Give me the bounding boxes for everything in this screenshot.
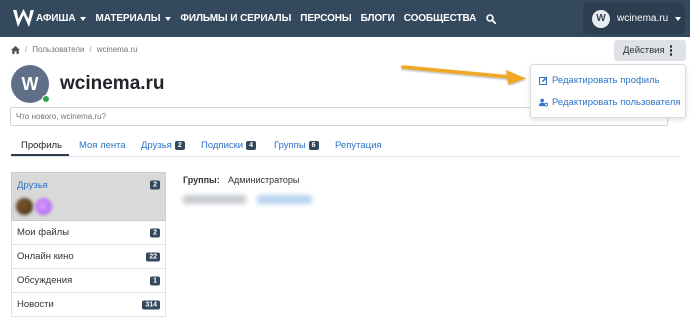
tab-profile[interactable]: Профиль — [21, 140, 62, 151]
tab-subscriptions[interactable]: Подписки 4 — [201, 140, 257, 151]
tab-reputation[interactable]: Репутация — [335, 140, 382, 151]
sidebar-item-friends[interactable]: Друзья 2 — [11, 172, 166, 221]
nav-blogs[interactable]: БЛОГИ — [361, 13, 395, 24]
nav-films-series-label: ФИЛЬМЫ И СЕРИАЛЫ — [180, 13, 292, 24]
tab-friends-label: Друзья — [141, 140, 172, 151]
breadcrumb-separator: / — [25, 45, 28, 54]
breadcrumb-current: wcinema.ru — [96, 45, 138, 54]
home-icon[interactable] — [11, 45, 20, 54]
nav-persons[interactable]: ПЕРСОНЫ — [300, 13, 351, 24]
sidebar-item-online-cinema[interactable]: Онлайн кино 22 — [11, 245, 166, 269]
tab-friends[interactable]: Друзья 2 — [141, 140, 185, 151]
breadcrumb: / Пользователи / wcinema.ru — [11, 45, 138, 54]
nav-materials-label: МАТЕРИАЛЫ — [95, 13, 161, 24]
user-menu-button[interactable]: W wcinema.ru — [583, 3, 685, 34]
breadcrumb-separator: / — [89, 45, 92, 54]
breadcrumb-users-link[interactable]: Пользователи — [32, 45, 84, 54]
nav-blogs-label: БЛОГИ — [360, 13, 395, 24]
sidebar-item-label: Новости — [17, 299, 54, 310]
edit-profile-label: Редактировать профиль — [552, 75, 660, 86]
actions-dropdown-menu: Редактировать профиль Редактировать поль… — [530, 64, 686, 118]
nav-communities[interactable]: СООБЩЕСТВА — [404, 13, 477, 24]
sidebar-item-my-files[interactable]: Мои файлы 2 — [11, 221, 166, 245]
edit-profile-menu-item[interactable]: Редактировать профиль — [539, 75, 660, 86]
friend-avatar[interactable] — [16, 198, 33, 215]
search-icon[interactable] — [486, 13, 497, 24]
nav-communities-label: СООБЩЕСТВА — [403, 13, 477, 24]
count-badge: 2 — [150, 180, 160, 190]
more-vertical-icon — [669, 45, 673, 56]
edit-user-label: Редактировать пользователя — [552, 97, 681, 108]
tab-groups[interactable]: Группы 6 — [274, 140, 319, 151]
profile-tabs: Профиль Моя лента Друзья 2 Подписки 4 Груп… — [11, 138, 680, 157]
tab-my-feed-label: Моя лента — [79, 140, 126, 151]
edit-user-menu-item[interactable]: Редактировать пользователя — [539, 97, 680, 108]
chevron-down-icon — [165, 16, 172, 21]
tab-profile-label: Профиль — [21, 140, 63, 151]
sidebar-item-label: Онлайн кино — [17, 251, 74, 262]
user-cog-icon — [539, 98, 548, 107]
tab-my-feed[interactable]: Моя лента — [79, 140, 126, 151]
groups-field-label: Группы: — [183, 175, 220, 185]
count-badge: 22 — [146, 252, 160, 261]
nav-afisha[interactable]: АФИША — [36, 13, 87, 24]
avatar: W — [592, 9, 610, 28]
top-navbar: АФИША МАТЕРИАЛЫ ФИЛЬМЫ И СЕРИАЛЫ ПЕРСОНЫ… — [0, 0, 690, 37]
tab-groups-label: Группы — [274, 140, 306, 151]
sidebar-item-label: Друзья — [17, 180, 48, 191]
site-logo[interactable] — [11, 6, 36, 31]
sidebar-item-discussions[interactable]: Обсуждения 1 — [11, 269, 166, 293]
nav-persons-label: ПЕРСОНЫ — [300, 13, 352, 24]
redacted-field-label — [183, 195, 246, 204]
tab-subscriptions-label: Подписки — [201, 140, 244, 151]
actions-button[interactable]: Действия — [614, 40, 686, 61]
redacted-field-value — [257, 195, 312, 204]
chevron-down-icon — [80, 16, 87, 21]
profile-name: wcinema.ru — [60, 73, 165, 94]
friend-avatar[interactable] — [35, 198, 52, 215]
count-badge: 2 — [150, 228, 160, 237]
tab-reputation-label: Репутация — [335, 140, 382, 151]
count-badge: 4 — [246, 141, 257, 150]
nav-films-series[interactable]: ФИЛЬМЫ И СЕРИАЛЫ — [180, 13, 291, 24]
count-badge: 6 — [308, 141, 319, 150]
chevron-down-icon — [675, 16, 682, 21]
active-tab-indicator — [11, 154, 69, 156]
groups-field-value: Администраторы — [228, 175, 300, 185]
user-name: wcinema.ru — [617, 13, 669, 24]
count-badge: 314 — [142, 300, 160, 309]
sidebar-item-label: Мои файлы — [17, 227, 70, 238]
nav-afisha-label: АФИША — [36, 13, 76, 24]
actions-button-label: Действия — [623, 45, 665, 56]
nav-materials[interactable]: МАТЕРИАЛЫ — [95, 13, 172, 24]
annotation-arrow-icon — [401, 65, 526, 85]
count-badge: 1 — [150, 276, 160, 285]
count-badge: 2 — [174, 141, 185, 150]
sidebar-item-label: Обсуждения — [17, 275, 73, 286]
edit-icon — [539, 76, 548, 85]
sidebar-item-news[interactable]: Новости 314 — [11, 293, 166, 317]
online-status-indicator — [42, 95, 50, 103]
